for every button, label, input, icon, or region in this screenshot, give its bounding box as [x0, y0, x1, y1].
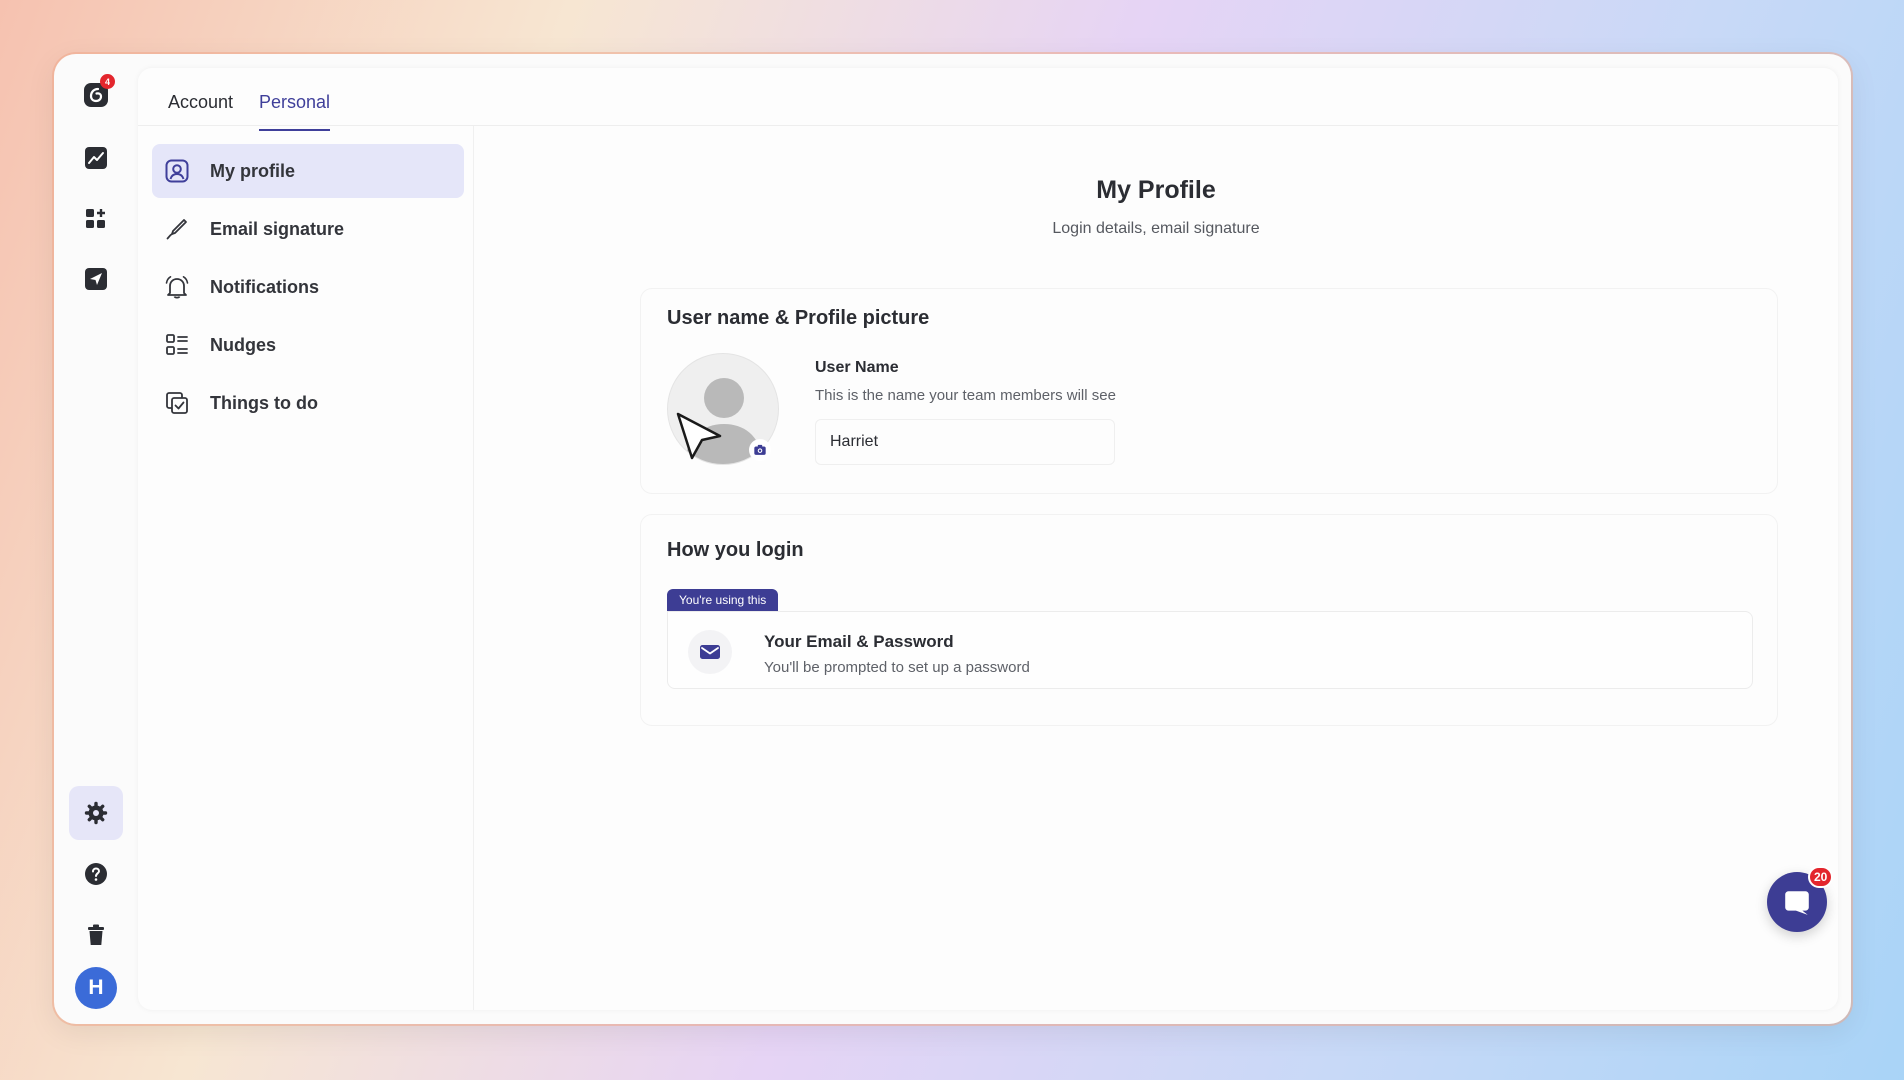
icon-rail: 4 H [54, 54, 138, 1024]
send-icon [85, 268, 107, 290]
checklist-icon [166, 392, 188, 414]
widgets-button[interactable] [69, 192, 123, 246]
profile-card: User name & Profile picture User Name Th… [640, 288, 1778, 494]
app-window: 4 H Account Personal My profile Email si… [54, 54, 1851, 1024]
username-label: User Name [815, 359, 899, 376]
username-help-text: This is the name your team members will … [815, 387, 1116, 404]
login-method-card: How you login You're using this Your Ema… [640, 514, 1778, 726]
trash-icon [88, 924, 104, 945]
send-button[interactable] [69, 252, 123, 306]
login-card-title: How you login [667, 539, 804, 561]
trash-button[interactable] [69, 908, 123, 962]
list-icon [166, 334, 188, 355]
help-button[interactable] [69, 847, 123, 901]
nav-item-label: Things to do [210, 392, 318, 413]
nav-item-my-profile[interactable]: My profile [152, 144, 464, 198]
nav-item-label: My profile [210, 160, 296, 181]
nav-item-things-to-do[interactable]: Things to do [152, 376, 464, 430]
profile-card-title: User name & Profile picture [667, 307, 930, 329]
login-option-title: Your Email & Password [764, 632, 954, 651]
bell-icon [165, 276, 189, 299]
gear-icon [84, 801, 108, 825]
username-input[interactable] [815, 419, 1115, 465]
mouse-cursor-icon [676, 412, 722, 460]
settings-panel: Account Personal My profile Email signat… [138, 68, 1838, 1010]
nav-item-nudges[interactable]: Nudges [152, 318, 464, 372]
logo-notification-badge: 4 [100, 74, 115, 89]
mail-icon-container [688, 630, 732, 674]
settings-tabs: Account Personal [138, 68, 1838, 131]
tab-account[interactable]: Account [168, 92, 233, 129]
widgets-add-icon [86, 209, 105, 228]
nav-item-label: Nudges [210, 334, 277, 355]
nav-item-notifications[interactable]: Notifications [152, 260, 464, 314]
help-icon [85, 863, 107, 885]
camera-icon[interactable] [749, 439, 771, 461]
mail-icon [700, 645, 720, 659]
chat-bubble-icon [1785, 891, 1809, 915]
settings-button[interactable] [69, 786, 123, 840]
chat-unread-badge: 20 [1808, 866, 1834, 888]
trend-chart-icon [85, 147, 107, 169]
login-option-email-password[interactable]: Your Email & Password You'll be prompted… [667, 611, 1753, 689]
pen-icon [166, 219, 187, 240]
login-option-subtitle: You'll be prompted to set up a password [764, 659, 1030, 676]
user-avatar[interactable]: H [75, 967, 117, 1009]
current-method-badge: You're using this [667, 589, 779, 611]
analytics-button[interactable] [69, 131, 123, 185]
page-title: My Profile [1096, 176, 1216, 204]
personal-settings-nav: My profile Email signature Notifications [138, 126, 474, 1010]
page-subtitle: Login details, email signature [1052, 220, 1260, 237]
nav-item-label: Notifications [210, 276, 320, 297]
nav-item-label: Email signature [210, 218, 345, 239]
app-logo-button[interactable]: 4 [69, 68, 123, 122]
nav-item-email-signature[interactable]: Email signature [152, 202, 464, 256]
user-profile-icon [165, 159, 189, 183]
